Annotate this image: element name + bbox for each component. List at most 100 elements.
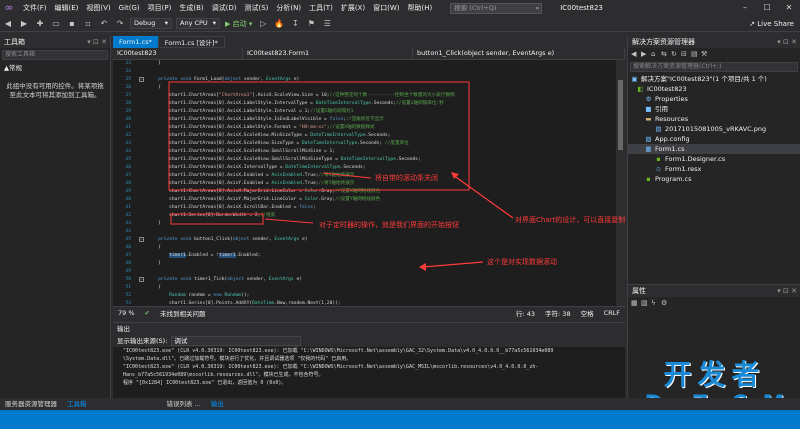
solution-tree-label: Resources [655, 115, 689, 123]
solution-tree-item[interactable]: ⚙ Properties [628, 94, 800, 104]
close-icon[interactable]: ✕ [778, 0, 800, 16]
attach-icon[interactable]: ▷ [257, 18, 269, 30]
solution-tree-item[interactable]: ▦ Form1.cs [628, 144, 800, 154]
solution-tree-item[interactable]: ▪ Program.cs [628, 174, 800, 184]
step-icon[interactable]: ↧ [289, 18, 301, 30]
bookmark-icon[interactable]: ⚑ [305, 18, 317, 30]
output-source-select[interactable]: 调试 [171, 336, 302, 346]
menu-build[interactable]: 生成(B) [175, 0, 207, 16]
wrench-icon[interactable]: ⚙ [661, 299, 671, 307]
menu-help[interactable]: 帮助(H) [403, 0, 436, 16]
menu-window[interactable]: 窗口(W) [369, 0, 403, 16]
sync-icon[interactable]: ⇆ [661, 50, 671, 58]
menu-view[interactable]: 视图(V) [82, 0, 114, 16]
configuration-value: Debug [134, 19, 156, 27]
menu-project[interactable]: 项目(P) [144, 0, 176, 16]
start-button[interactable]: ▶ 启动 ▾ [225, 19, 252, 29]
output-line: "IC00test823.exe" (CLR v4.0.30319: IC00t… [117, 364, 539, 370]
comment-icon[interactable]: ☰ [321, 18, 333, 30]
configuration-select[interactable]: Debug ▾ [130, 18, 172, 29]
toolbox-group-general[interactable]: ▲常规 [0, 62, 110, 72]
pane-controls-icon[interactable]: ▾ ⊡ ✕ [777, 285, 800, 297]
back-icon[interactable]: ◀ [631, 50, 641, 58]
search-icon: ⌕ [535, 3, 540, 12]
solution-explorer-header: 解决方案资源管理器 ▾ ⊡ ✕ [628, 36, 800, 48]
annotation-arrows [168, 81, 514, 271]
image-icon: ▤ [655, 125, 662, 133]
menu-file[interactable]: 文件(F) [19, 0, 51, 16]
properties-header: 属性 ▾ ⊡ ✕ [628, 285, 800, 297]
zoom-level[interactable]: 79 % [113, 309, 140, 317]
solution-tree-item[interactable]: ▤ 20171015081005_vRKAVC.png [628, 124, 800, 134]
tab-error-list[interactable]: 错误列表 ... [162, 398, 206, 410]
toolbox-search-input[interactable]: 搜索工具箱 [2, 50, 108, 60]
hot-reload-icon[interactable]: 🔥 [273, 18, 285, 30]
solution-tree-item[interactable]: ■ 引用 [628, 104, 800, 114]
solution-tree-item[interactable]: ▬ Resources [628, 114, 800, 124]
collapse-icon[interactable]: ⊟ [681, 50, 691, 58]
solution-tree-item[interactable]: ▧ App.config [628, 134, 800, 144]
menu-git[interactable]: Git(G) [115, 0, 144, 16]
output-source-label: 显示输出来源(S): [117, 337, 168, 345]
forward-icon[interactable]: ▶ [18, 18, 30, 30]
pane-controls-icon[interactable]: ▾ ⊡ ✕ [777, 36, 800, 48]
global-search-input[interactable]: 搜索 (Ctrl+Q) ⌕ [450, 2, 543, 14]
live-share-button[interactable]: ↗ Live Share [749, 20, 794, 28]
tab-output[interactable]: 输出 [206, 398, 229, 410]
status-bar [0, 410, 800, 429]
solution-tree-item[interactable]: ▣ 解决方案"IC00test823"(1 个项目/共 1 个) [628, 74, 800, 84]
solution-tree-label: 引用 [655, 105, 668, 113]
alphabetical-icon[interactable]: ▧ [641, 299, 651, 307]
tab-server-explorer[interactable]: 服务器资源管理器 [0, 398, 62, 410]
wrench-icon: ⚙ [645, 95, 652, 103]
line-indicator: 行: 43 [516, 309, 536, 318]
open-icon[interactable]: ▭ [50, 18, 62, 30]
solution-tree-item[interactable]: ◧ IC00test823 [628, 84, 800, 94]
collapse-region-icon[interactable]: − [139, 277, 144, 282]
refresh-icon[interactable]: ↻ [671, 50, 681, 58]
undo-icon[interactable]: ↶ [98, 18, 110, 30]
solution-tree-item[interactable]: ▫ Form1.resx [628, 164, 800, 174]
live-share-label: Live Share [757, 19, 794, 28]
annotation-button: 对于定时器的操作，就是我们界面的开始按钮 [319, 221, 459, 229]
csharp-project-icon: ◧ [637, 85, 644, 93]
output-header: 输出 [113, 323, 625, 335]
class-dropdown[interactable]: IC00test823.Form1 [243, 48, 413, 59]
menu-edit[interactable]: 编辑(E) [51, 0, 83, 16]
pane-controls-icon[interactable]: ▾ ⊡ ✕ [87, 36, 110, 48]
maximize-icon[interactable]: ☐ [756, 0, 778, 16]
forward-icon[interactable]: ▶ [641, 50, 651, 58]
save-all-icon[interactable]: ▫ [82, 18, 94, 30]
solution-tree-item[interactable]: ▪ Form1.Designer.cs [628, 154, 800, 164]
minimize-icon[interactable]: – [734, 0, 756, 16]
menu-tools[interactable]: 工具(T) [305, 0, 337, 16]
tab-form1-designer[interactable]: Form1.cs [设计]* [157, 36, 225, 48]
member-dropdown[interactable]: button1_Click(object sender, EventArgs e… [413, 48, 625, 59]
events-icon[interactable]: ϟ [651, 299, 661, 307]
output-pane: 输出 显示输出来源(S): 调试 "IC00test823.exe" (CLR … [113, 322, 625, 398]
properties-icon[interactable]: ⚒ [701, 50, 711, 58]
tab-toolbox[interactable]: 工具箱 [62, 398, 92, 410]
categorized-icon[interactable]: ▦ [631, 299, 641, 307]
collapse-region-icon[interactable]: − [139, 237, 144, 242]
show-all-icon[interactable]: ▤ [691, 50, 701, 58]
solution-search-input[interactable]: 搜索解决方案资源管理器(Ctrl+;) [630, 62, 798, 72]
back-icon[interactable]: ◀ [2, 18, 14, 30]
project-dropdown[interactable]: IC00test823 [113, 48, 243, 59]
tab-form1-cs[interactable]: Form1.cs* [113, 36, 158, 48]
redo-icon[interactable]: ↷ [114, 18, 126, 30]
collapse-region-icon[interactable]: − [139, 77, 144, 82]
menu-analyze[interactable]: 分析(N) [272, 0, 305, 16]
save-icon[interactable]: ▪ [66, 18, 78, 30]
platform-select[interactable]: Any CPU ▾ [176, 18, 220, 29]
code-editor[interactable]: 23 24 25 26 27 28 29 30 31 32 33 34 35 36 37 38 39 40 41 42… [113, 60, 625, 306]
menu-debug[interactable]: 调试(D) [208, 0, 241, 16]
solution-tree-label: 20171015081005_vRKAVC.png [665, 125, 767, 133]
solution-icon: ▣ [631, 75, 638, 83]
output-text: "IC00test823.exe" (CLR v4.0.30319: IC00t… [113, 347, 625, 387]
menu-test[interactable]: 测试(S) [240, 0, 272, 16]
toolbox-title: 工具箱 [4, 38, 25, 46]
home-icon[interactable]: ⌂ [651, 50, 661, 58]
menu-extensions[interactable]: 扩展(X) [337, 0, 369, 16]
new-item-icon[interactable]: ✚ [34, 18, 46, 30]
